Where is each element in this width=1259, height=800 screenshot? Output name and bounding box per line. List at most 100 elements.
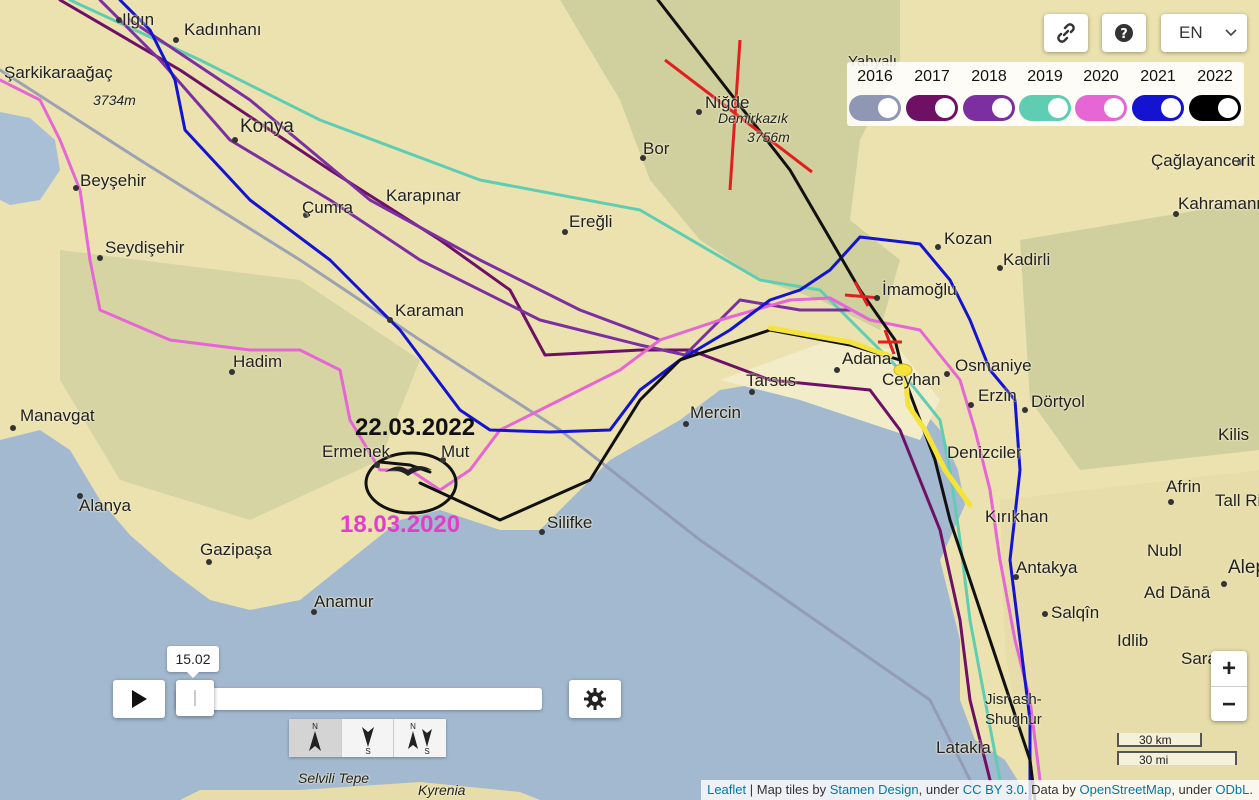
peak-elevation-west: 3734m [93,92,136,108]
play-button[interactable] [113,680,165,718]
city-kadinhani: Kadınhanı [184,20,262,39]
city-ceyhan: Ceyhan [882,370,941,389]
attribution-cc-link[interactable]: CC BY 3.0 [963,782,1024,797]
scale-km: 30 km [1117,733,1202,747]
city-ilgin: Ilgın [122,10,155,29]
language-value: EN [1179,23,1203,42]
share-link-button[interactable] [1044,14,1088,52]
city-dortyol: Dörtyol [1031,392,1085,411]
city-mercin: Mercin [690,403,742,422]
north-arrow-icon: N [308,722,321,751]
city-kirikhan: Kırıkhan [985,507,1049,526]
year-label-2021: 2021 [1140,68,1176,85]
zoom-in-button[interactable]: + [1211,651,1247,687]
city-ermenek: Ermenek [322,442,391,461]
svg-text:N: N [410,722,416,731]
attribution-osm-link[interactable]: OpenStreetMap [1080,782,1172,797]
timeline-slider-handle[interactable] [176,680,214,716]
toggle-2021[interactable] [1132,95,1184,121]
annotation-date-2022: 22.03.2022 [355,414,476,441]
city-kahramanmaras: Kahramanm [1178,194,1259,213]
annotation-date-2020: 18.03.2020 [340,511,461,538]
city-antakya: Antakya [1016,558,1078,577]
scale-mi: 30 mi [1117,751,1237,767]
direction-north-button[interactable]: N [289,719,342,757]
toggle-2022[interactable] [1189,95,1241,121]
city-gazipasa: Gazipaşa [200,540,272,559]
chevron-down-icon [1225,29,1237,37]
city-anamur: Anamur [314,592,374,611]
city-caglayancerit: Çağlayancerit [1151,151,1255,170]
attribution-leaflet-link[interactable]: Leaflet [707,782,746,797]
svg-text:N: N [312,722,318,731]
city-beysehir: Beyşehir [80,171,147,190]
gear-icon [584,688,606,710]
city-karaman: Karaman [395,301,464,320]
city-ad-dana: Ad Dānā [1144,583,1211,602]
city-idlib: Idlib [1117,631,1149,650]
year-label-2020: 2020 [1083,68,1119,85]
city-eregli: Ereğli [569,212,613,231]
zoom-control: + − [1211,651,1247,721]
attribution-stamen-link[interactable]: Stamen Design [830,782,919,797]
play-icon [132,690,147,708]
city-hadim: Hadim [233,352,283,371]
question-icon: ? [1115,24,1133,42]
city-tarsus: Tarsus [746,371,797,390]
toggle-2018[interactable] [963,95,1015,121]
city-osmaniye: Osmaniye [955,356,1032,375]
city-imamoglu: İmamoğlu [882,280,957,299]
toggle-2017[interactable] [906,95,958,121]
city-sarkikaraagac: Şarkikaraağaç [4,63,113,82]
city-kilis: Kilis [1218,425,1250,444]
toggle-2016[interactable] [849,95,901,121]
peak-demirkazik: Demirkazık [718,110,789,126]
language-select[interactable]: EN [1161,14,1247,52]
city-denizciler: Denizciler [947,443,1022,462]
place-selvili-tepe: Selvili Tepe [298,770,370,786]
link-icon [1057,23,1075,43]
year-label-2019: 2019 [1027,68,1063,85]
attribution-odbl-link[interactable]: ODbL [1215,782,1249,797]
city-alanya: Alanya [79,496,131,515]
attribution-text-2: , under [918,782,963,797]
direction-south-button[interactable]: S [341,719,395,757]
settings-button[interactable] [569,680,621,718]
city-kadirli: Kadirli [1003,250,1051,269]
both-arrows-icon: N S [408,722,433,755]
attribution-text-4: , under [1171,782,1216,797]
svg-text:?: ? [1120,27,1128,42]
city-salqin: Salqîn [1051,603,1100,622]
city-bor: Bor [643,139,670,158]
city-erzin: Erzin [978,386,1017,405]
year-label-2022: 2022 [1197,68,1233,85]
city-jisr-ash-shughur: Jisr ash-Shughur [985,691,1042,728]
attribution-text-1: | Map tiles by [746,782,830,797]
svg-text:S: S [365,747,370,755]
city-manavgat: Manavgat [20,406,95,425]
zoom-out-button[interactable]: − [1211,687,1247,722]
scale-bar: 30 km 30 mi [1117,733,1237,769]
toggle-2019[interactable] [1019,95,1071,121]
help-button[interactable]: ? [1102,14,1146,52]
south-arrow-icon: S [361,727,374,755]
place-kyrenia: Kyrenia [418,782,466,798]
year-label-2017: 2017 [914,68,950,85]
city-tall-rifaat: Tall Ri [1215,491,1259,510]
peak-demirkazik-elevation: 3756m [747,129,790,145]
city-latakia: Latakia [936,738,991,757]
city-karapinar: Karapınar [386,186,461,205]
timeline-time-tooltip: 15.02 [167,646,219,678]
attribution-text-3: . Data by [1023,782,1080,797]
city-cumra: Çumra [302,198,354,217]
city-seydisehir: Seydişehir [105,238,185,257]
city-afrin: Afrin [1166,477,1201,496]
direction-filter: N S N S [289,719,447,757]
city-kozan: Kozan [944,229,993,248]
city-aleppo: Alep [1228,557,1259,578]
timeline-slider[interactable] [176,688,542,710]
year-label-2016: 2016 [857,68,893,85]
direction-both-button[interactable]: N S [394,719,447,757]
city-konya: Konya [240,116,294,137]
toggle-2020[interactable] [1075,95,1127,121]
